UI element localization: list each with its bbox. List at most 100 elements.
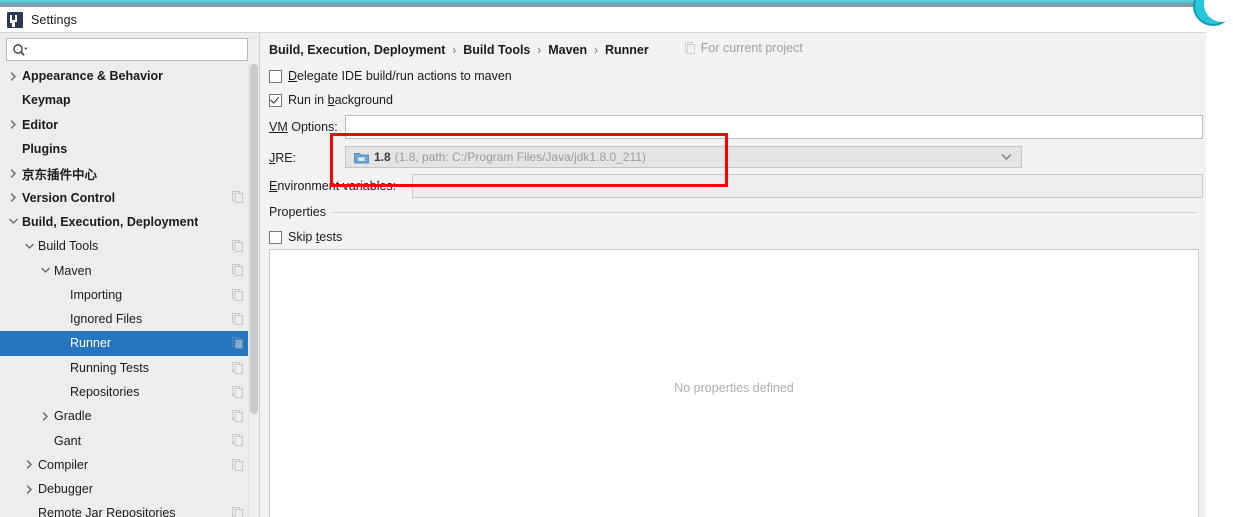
sidebar-item-label: Version Control <box>22 190 116 205</box>
copy-settings-icon[interactable] <box>232 240 243 253</box>
breadcrumb: Build, Execution, Deployment › Build Too… <box>269 41 803 57</box>
vm-options-label-rest: Options: <box>287 120 338 134</box>
breadcrumb-item-0[interactable]: Build, Execution, Deployment <box>269 43 445 57</box>
jre-combobox[interactable]: 1.8 (1.8, path: C:/Program Files/Java/jd… <box>345 146 1022 168</box>
copy-settings-icon[interactable] <box>232 191 243 204</box>
window-title: Settings <box>31 12 77 27</box>
delegate-mnemonic: D <box>288 69 298 83</box>
vm-options-input[interactable] <box>345 115 1203 139</box>
sidebar-item-ignored-files[interactable]: Ignored Files <box>0 307 259 331</box>
sidebar-item-running-tests[interactable]: Running Tests <box>0 356 259 380</box>
delegate-label-rest: elegate IDE build/run actions to maven <box>297 69 512 83</box>
sidebar-item-gradle[interactable]: Gradle <box>0 404 259 428</box>
delegate-ide-build-checkbox-row[interactable]: Delegate IDE build/run actions to maven <box>269 69 512 83</box>
chevron-right-icon[interactable] <box>8 71 19 82</box>
jre-label: JRE: <box>269 151 296 165</box>
copy-settings-icon[interactable] <box>232 337 243 350</box>
copy-settings-icon[interactable] <box>232 507 243 517</box>
jdk-folder-icon <box>354 151 369 164</box>
run-in-background-checkbox-row[interactable]: Run in background <box>269 93 393 107</box>
skip-tests-label: Skip tests <box>288 230 342 244</box>
sidebar-item-version-control[interactable]: Version Control <box>0 185 259 209</box>
chevron-right-icon[interactable] <box>24 459 35 470</box>
settings-dialog-body: Appearance & Behavior Keymap Editor Plugins… <box>0 32 1206 517</box>
sidebar-item-debugger[interactable]: Debugger <box>0 477 259 501</box>
project-scope-label: For current project <box>700 41 803 55</box>
search-field[interactable] <box>6 38 248 61</box>
copy-settings-icon[interactable] <box>232 312 243 325</box>
sidebar-item-importing[interactable]: Importing <box>0 283 259 307</box>
search-input[interactable] <box>28 42 230 57</box>
copy-settings-icon[interactable] <box>232 385 243 398</box>
settings-sidebar: Appearance & Behavior Keymap Editor Plugins… <box>0 33 260 517</box>
sidebar-item-maven[interactable]: Maven <box>0 258 259 282</box>
skip-tests-checkbox[interactable] <box>269 230 282 244</box>
background-mnemonic: b <box>327 93 335 107</box>
jre-path: (1.8, path: C:/Program Files/Java/jdk1.8… <box>394 150 646 164</box>
skip-tests-checkbox-row[interactable]: Skip tests <box>269 230 342 244</box>
chevron-right-icon: › <box>594 45 598 57</box>
sidebar-item-keymap[interactable]: Keymap <box>0 88 259 112</box>
delegate-ide-build-label: Delegate IDE build/run actions to maven <box>288 69 512 83</box>
sidebar-item-label: Keymap <box>22 93 71 108</box>
run-in-background-checkbox[interactable] <box>269 93 282 107</box>
sidebar-item-label: Repositories <box>70 385 140 399</box>
properties-section-divider <box>331 211 1197 213</box>
sidebar-item-editor[interactable]: Editor <box>0 113 259 137</box>
sidebar-item-label: Compiler <box>38 457 89 472</box>
copy-settings-icon[interactable] <box>232 458 243 471</box>
copy-settings-icon[interactable] <box>232 288 243 301</box>
sidebar-item-label: Ignored Files <box>70 312 143 327</box>
sidebar-item-京东插件中心[interactable]: 京东插件中心 <box>0 161 259 185</box>
chevron-right-icon[interactable] <box>8 168 19 179</box>
settings-dialog-screenshot: Settings Appearance & Behavior Keymap Edit… <box>0 0 1233 517</box>
sidebar-item-build-tools[interactable]: Build Tools <box>0 234 259 258</box>
environment-label-rest: nvironment variables: <box>277 179 397 193</box>
sidebar-item-label: Build Tools <box>38 239 99 254</box>
jre-version: 1.8 <box>374 150 391 164</box>
sidebar-scrollbar-thumb[interactable] <box>250 64 258 414</box>
copy-settings-icon[interactable] <box>232 410 243 423</box>
jre-label-rest: RE: <box>275 151 297 165</box>
sidebar-item-remote-jar-repositories[interactable]: Remote Jar Repositories <box>0 501 259 517</box>
sidebar-item-label: Plugins <box>22 142 68 157</box>
sidebar-item-plugins[interactable]: Plugins <box>0 137 259 161</box>
copy-settings-icon[interactable] <box>232 264 243 277</box>
chevron-right-icon[interactable] <box>40 411 51 422</box>
copy-settings-icon[interactable] <box>232 361 243 374</box>
sidebar-item-label: Gant <box>54 433 82 448</box>
breadcrumb-item-1[interactable]: Build Tools <box>463 43 530 57</box>
chevron-right-icon[interactable] <box>8 119 19 130</box>
project-scope-indicator: For current project <box>684 41 803 55</box>
chevron-down-icon[interactable] <box>8 216 19 227</box>
sidebar-item-gant[interactable]: Gant <box>0 428 259 452</box>
chevron-down-icon[interactable] <box>24 241 35 252</box>
sidebar-item-runner[interactable]: Runner <box>0 331 259 356</box>
chevron-down-icon[interactable] <box>1001 153 1012 161</box>
copy-settings-icon[interactable] <box>232 434 243 447</box>
sidebar-item-compiler[interactable]: Compiler <box>0 453 259 477</box>
search-icon <box>12 43 28 57</box>
environment-variables-label: Environment variables: <box>269 179 396 193</box>
sidebar-item-label: 京东插件中心 <box>22 167 98 182</box>
sidebar-scrollbar-track[interactable] <box>248 64 259 517</box>
chevron-right-icon[interactable] <box>8 192 19 203</box>
vm-options-label: VM Options: <box>269 120 338 134</box>
sidebar-item-label: Gradle <box>54 409 92 424</box>
chevron-right-icon[interactable] <box>24 484 35 495</box>
desktop-background <box>1206 0 1233 517</box>
settings-tree[interactable]: Appearance & Behavior Keymap Editor Plugins… <box>0 64 259 517</box>
chevron-down-icon[interactable] <box>40 265 51 276</box>
delegate-ide-build-checkbox[interactable] <box>269 69 282 83</box>
environment-variables-input[interactable] <box>412 174 1203 198</box>
sidebar-item-repositories[interactable]: Repositories <box>0 380 259 404</box>
sidebar-item-appearance-behavior[interactable]: Appearance & Behavior <box>0 64 259 88</box>
sidebar-item-build-execution-deployment[interactable]: Build, Execution, Deployment <box>0 210 259 234</box>
background-label-pre: Run in <box>288 93 328 107</box>
properties-table[interactable]: No properties defined <box>269 249 1199 517</box>
sidebar-item-label: Remote Jar Repositories <box>38 506 176 517</box>
breadcrumb-item-3[interactable]: Runner <box>605 43 649 57</box>
window-titlebar: Settings <box>0 7 1206 32</box>
breadcrumb-item-2[interactable]: Maven <box>548 43 587 57</box>
chevron-right-icon: › <box>452 45 457 57</box>
